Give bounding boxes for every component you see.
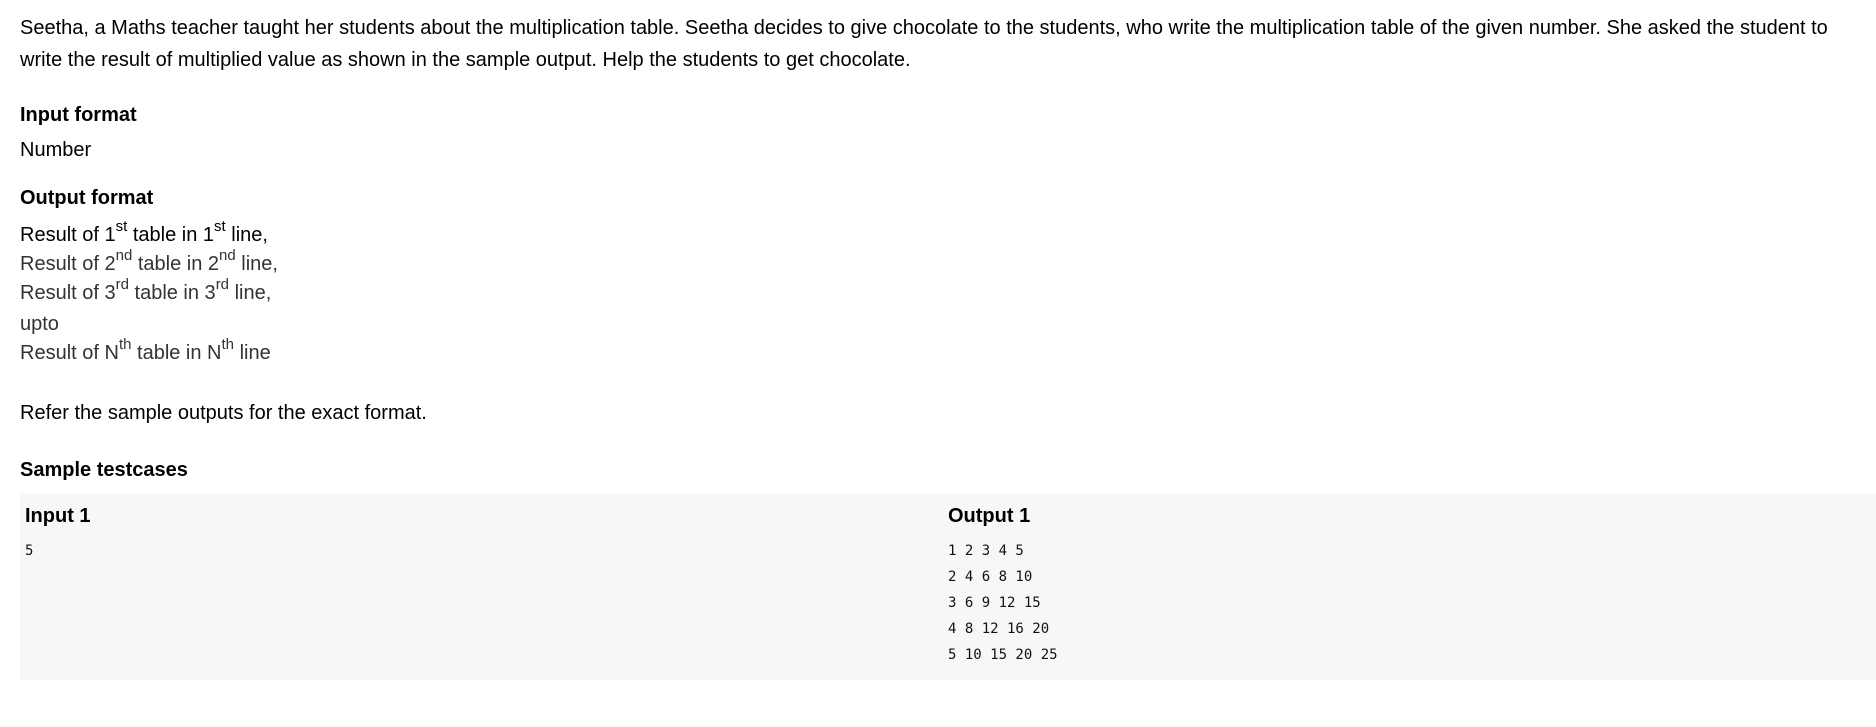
testcase-output-line: 5 10 15 20 25 [948, 647, 1058, 663]
superscript: th [118, 336, 132, 354]
input-format-title: Input format [20, 104, 137, 126]
superscript: st [214, 218, 226, 236]
line-text: Result of 2 [20, 253, 116, 275]
testcase-output-column: Output 1 1 2 3 4 5 2 4 6 8 10 3 6 9 12 1… [948, 494, 1058, 668]
testcase-output-line: 1 2 3 4 5 [948, 543, 1024, 559]
testcase-output-line: 4 8 12 16 20 [948, 621, 1050, 637]
superscript: nd [115, 247, 133, 265]
line-text: table in 1 [127, 224, 215, 246]
output-format-list: Result of 1st table in 1st line, Result … [20, 218, 1856, 371]
testcase-output-label: Output 1 [948, 505, 1031, 527]
line-text: table in 3 [128, 282, 216, 304]
testcase-output-lines: 1 2 3 4 5 2 4 6 8 10 3 6 9 12 15 4 8 12 … [948, 538, 1058, 668]
line-text: line, [235, 253, 278, 275]
superscript: rd [215, 276, 230, 294]
testcase-output-line: 2 4 6 8 10 [948, 569, 1033, 585]
superscript: rd [115, 276, 129, 294]
problem-intro: Seetha, a Maths teacher taught her stude… [20, 17, 1828, 71]
testcase-input-value: 5 [25, 543, 34, 559]
output-format-line-n: Result of Nth table in Nth line [20, 336, 1856, 371]
line-text: line, [225, 224, 268, 246]
line-text: Result of 3 [20, 282, 116, 304]
testcase-input-label: Input 1 [25, 505, 91, 527]
output-format-line-3: Result of 3rd table in 3rd line, [20, 276, 1856, 311]
input-format-text: Number [20, 139, 92, 161]
line-text: line [234, 342, 271, 364]
line-text: table in N [131, 342, 222, 364]
line-text: line, [229, 282, 272, 304]
superscript: nd [219, 247, 236, 265]
superscript: st [115, 218, 128, 236]
line-text: Result of 1 [20, 224, 116, 246]
problem-statement: Seetha, a Maths teacher taught her stude… [0, 0, 1876, 680]
refer-text: Refer the sample outputs for the exact f… [20, 402, 427, 424]
line-text: Result of N [20, 342, 119, 364]
output-format-line-upto: upto [20, 313, 59, 335]
sample-testcase-panel: Input 1 5 Output 1 1 2 3 4 5 2 4 6 8 10 … [20, 494, 1876, 680]
line-text: table in 2 [132, 253, 220, 275]
testcase-output-line: 3 6 9 12 15 [948, 595, 1041, 611]
output-format-title: Output format [20, 187, 154, 209]
superscript: th [221, 336, 235, 354]
testcase-input-column: Input 1 5 [25, 494, 91, 564]
sample-testcases-title: Sample testcases [20, 459, 188, 481]
